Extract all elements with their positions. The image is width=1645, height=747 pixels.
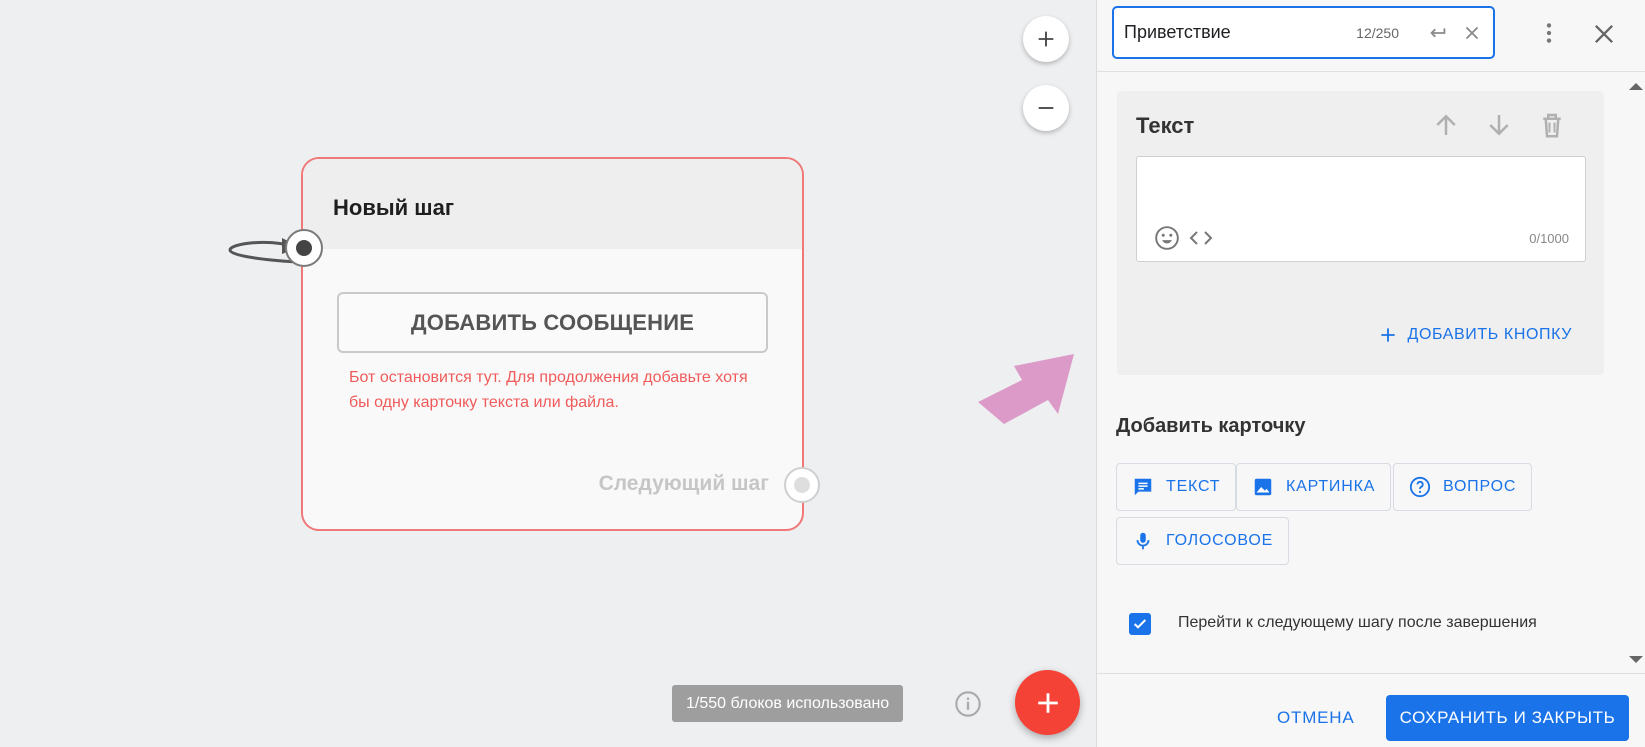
message-icon [1134, 478, 1152, 496]
add-question-card-label: ВОПРОС [1443, 478, 1517, 495]
go-next-checkbox-label: Перейти к следующему шагу после завершен… [1178, 614, 1537, 631]
panel-footer: ОТМЕНА СОХРАНИТЬ И ЗАКРЫТЬ [1097, 673, 1645, 747]
step-name-counter: 12/250 [1356, 24, 1399, 41]
panel-header: 12/250 [1097, 0, 1645, 72]
add-button-link[interactable]: ДОБАВИТЬ КНОПКУ [1378, 325, 1572, 345]
step-node-title: Новый шаг [333, 195, 455, 220]
help-circle-icon [1409, 476, 1431, 498]
input-port[interactable] [285, 229, 323, 267]
plus-icon [1037, 692, 1058, 713]
save-and-close-button[interactable]: СОХРАНИТЬ И ЗАКРЫТЬ [1386, 695, 1629, 741]
minus-icon [1038, 107, 1054, 109]
add-question-card-button[interactable]: ВОПРОС [1393, 463, 1533, 511]
microphone-icon [1136, 532, 1150, 550]
add-card-title: Добавить карточку [1116, 415, 1306, 437]
close-icon[interactable] [1590, 20, 1618, 48]
more-vertical-icon[interactable] [1536, 20, 1562, 46]
code-icon[interactable] [1189, 227, 1213, 249]
add-text-card-button[interactable]: ТЕКСТ [1116, 463, 1237, 511]
delete-icon[interactable] [1537, 110, 1567, 140]
zoom-in-button[interactable] [1023, 16, 1069, 62]
plus-icon [1038, 31, 1054, 47]
add-block-button[interactable] [1015, 670, 1080, 735]
input-port-dot [296, 240, 312, 256]
check-icon [1133, 619, 1147, 629]
move-up-icon[interactable] [1431, 110, 1461, 140]
step-node[interactable]: Новый шаг ДОБАВИТЬ СООБЩЕНИЕ Бот останов… [285, 157, 820, 531]
output-port[interactable] [784, 467, 820, 503]
text-card: Текст 0/1000 ДОБАВИТЬ КНОПКУ [1117, 91, 1604, 375]
move-down-icon[interactable] [1484, 110, 1514, 140]
add-image-card-button[interactable]: КАРТИНКА [1236, 463, 1392, 511]
node-error-text: Бот остановится тут. Для продолжения доб… [349, 369, 748, 411]
clear-icon[interactable] [1461, 22, 1483, 44]
output-port-dot [794, 477, 810, 493]
add-button-label: ДОБАВИТЬ КНОПКУ [1407, 326, 1572, 343]
pointer-arrow-icon [978, 354, 1074, 424]
panel-body[interactable]: Текст 0/1000 ДОБАВИТЬ КНОПКУ Добавить ка… [1097, 73, 1645, 673]
go-next-checkbox[interactable] [1129, 613, 1151, 635]
add-image-card-label: КАРТИНКА [1286, 478, 1376, 495]
step-name-field[interactable]: 12/250 [1112, 6, 1495, 59]
flow-canvas[interactable]: Новый шаг ДОБАВИТЬ СООБЩЕНИЕ Бот останов… [0, 0, 1096, 747]
text-char-counter: 0/1000 [1529, 231, 1569, 246]
emoji-icon[interactable] [1154, 225, 1180, 251]
cancel-button[interactable]: ОТМЕНА [1277, 708, 1355, 728]
plus-icon [1380, 328, 1395, 342]
step-node-header[interactable]: Новый шаг [303, 159, 802, 249]
scroll-down-icon[interactable] [1626, 653, 1645, 667]
add-text-card-label: ТЕКСТ [1166, 478, 1221, 495]
blocks-used-badge: 1/550 блоков использовано [672, 685, 904, 722]
step-name-input[interactable] [1124, 22, 1339, 43]
add-voice-card-button[interactable]: ГОЛОСОВОЕ [1116, 517, 1290, 565]
scroll-up-icon[interactable] [1626, 79, 1645, 93]
image-icon [1254, 478, 1272, 496]
step-editor-panel: 12/250 Текст [1096, 0, 1645, 747]
enter-icon[interactable] [1427, 22, 1449, 44]
add-message-button[interactable]: ДОБАВИТЬ СООБЩЕНИЕ [337, 292, 768, 353]
info-icon[interactable] [954, 690, 982, 718]
add-voice-card-label: ГОЛОСОВОЕ [1166, 532, 1274, 549]
zoom-out-button[interactable] [1023, 85, 1069, 131]
next-step-label: Следующий шаг [598, 472, 769, 495]
text-message-field[interactable]: 0/1000 [1136, 156, 1586, 262]
text-card-title: Текст [1136, 113, 1195, 138]
